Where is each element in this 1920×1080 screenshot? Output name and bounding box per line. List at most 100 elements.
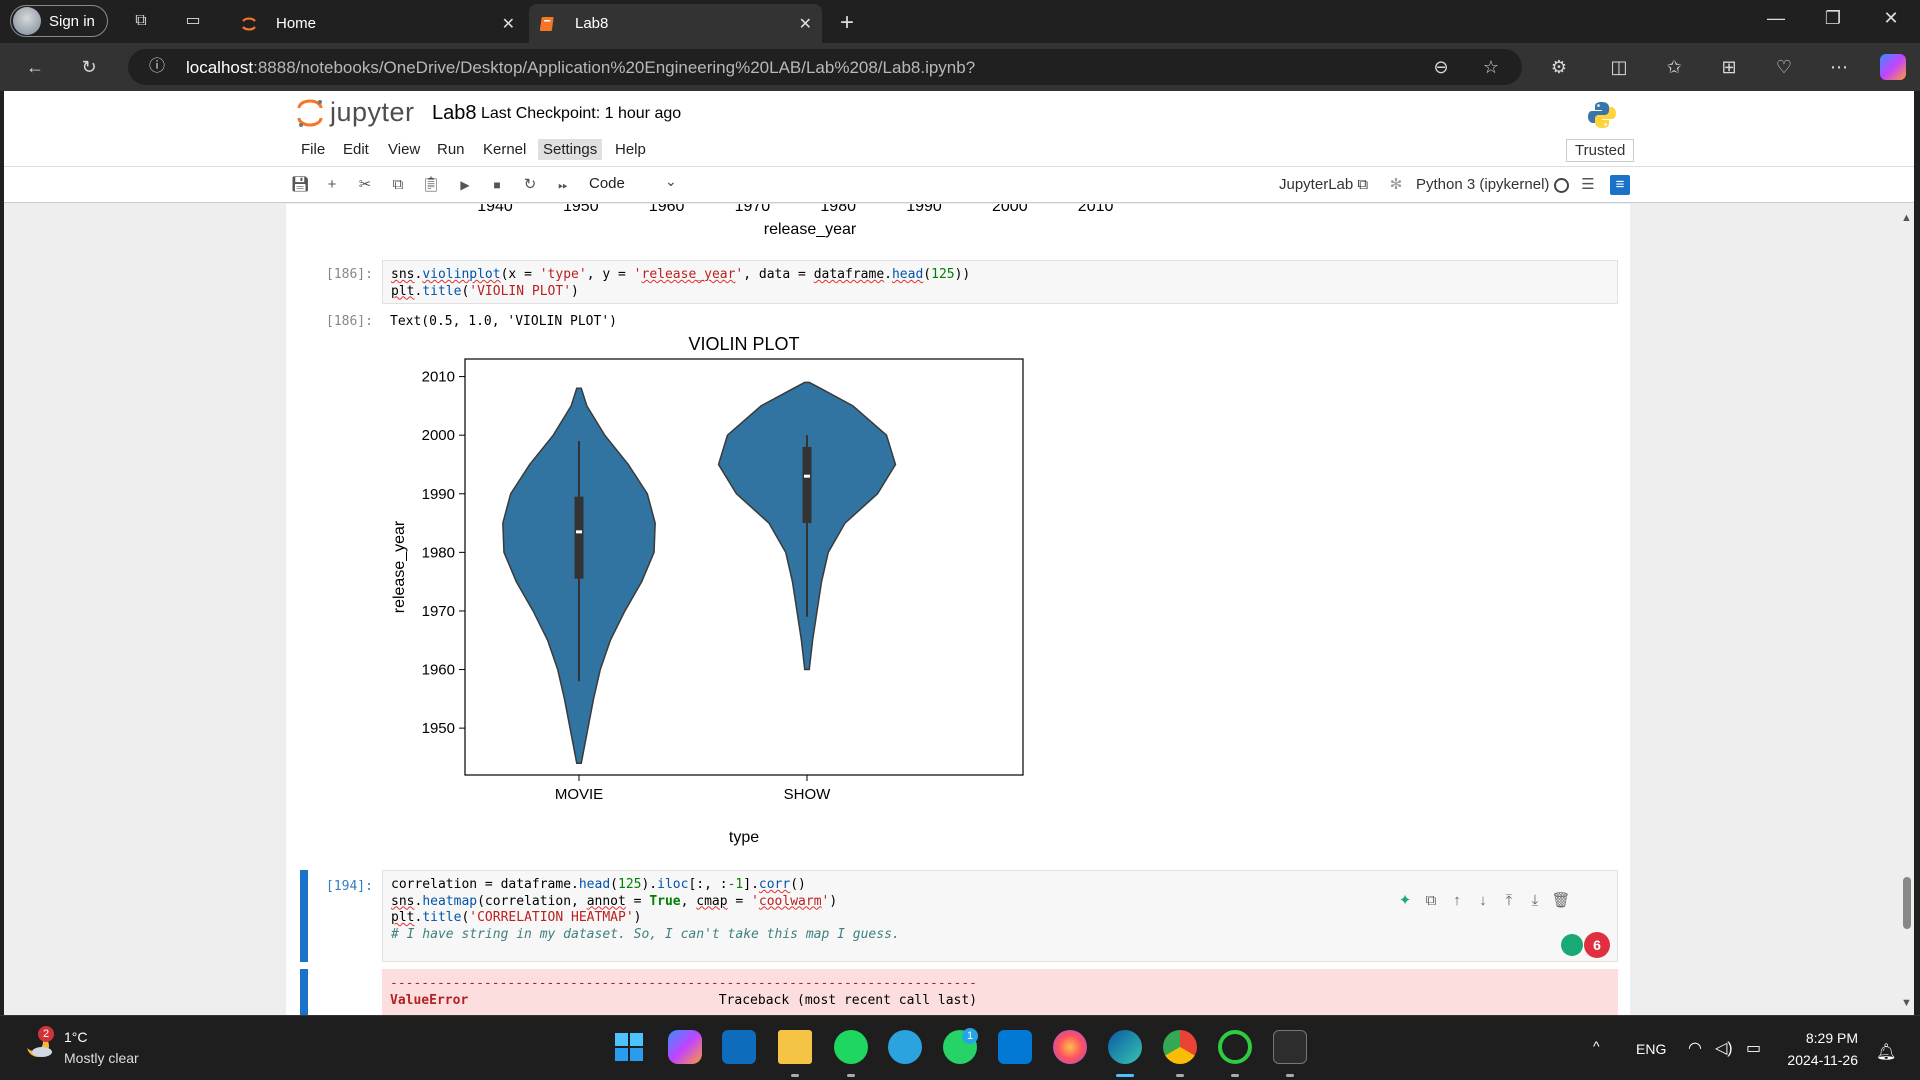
running-indicator	[791, 1074, 799, 1077]
insert-below-icon[interactable]: ⤓	[1524, 890, 1546, 912]
restart-kernel-icon[interactable]: ↻	[520, 175, 540, 195]
battery-icon[interactable]: ▭	[1746, 1038, 1761, 1058]
whatsapp-badge: 1	[962, 1028, 978, 1044]
favorites-icon[interactable]: ✩	[1661, 54, 1687, 80]
scroll-up-icon[interactable]: ▲	[1901, 212, 1912, 224]
cell-194-code[interactable]: correlation = dataframe.head(125).iloc[:…	[382, 870, 1618, 962]
favorite-star-icon[interactable]: ☆	[1478, 54, 1504, 80]
copy-icon[interactable]: ⧉	[388, 175, 408, 195]
stop-icon[interactable]: ■	[487, 175, 507, 195]
wifi-icon[interactable]: ◠	[1688, 1038, 1702, 1058]
restore-icon[interactable]: ❐	[1813, 8, 1853, 29]
trusted-indicator[interactable]: Trusted	[1566, 139, 1635, 162]
y-tick-label: 1960	[422, 662, 455, 679]
chrome-icon[interactable]	[1163, 1030, 1197, 1064]
scroll-down-icon[interactable]: ▼	[1901, 997, 1912, 1009]
close-tab-icon[interactable]: ✕	[799, 14, 812, 34]
tab-actions-icon[interactable]: ▭	[182, 10, 204, 32]
menu-lines-icon[interactable]: ☰	[1578, 175, 1598, 195]
save-icon[interactable]: 💾︎	[290, 175, 310, 195]
collections-icon[interactable]: ⊞	[1716, 54, 1742, 80]
spotify-icon[interactable]	[834, 1030, 868, 1064]
menu-view[interactable]: View	[383, 139, 425, 160]
y-tick-label: 1970	[422, 603, 455, 620]
cell-194-prompt: [194]:	[326, 879, 373, 894]
firefox-icon[interactable]	[1053, 1030, 1087, 1064]
refresh-icon[interactable]: ↻	[76, 54, 102, 80]
input-language[interactable]: ENG	[1636, 1041, 1666, 1057]
volume-icon[interactable]: ◁)	[1715, 1038, 1733, 1058]
notification-count-badge[interactable]: 6	[1584, 932, 1610, 958]
cell-186-output-prompt: [186]:	[326, 314, 373, 329]
last-checkpoint: Last Checkpoint: 1 hour ago	[481, 105, 682, 122]
jupyter-logo-icon	[297, 99, 323, 127]
assistant-icon[interactable]	[1561, 934, 1583, 956]
more-menu-icon[interactable]: ⋯	[1826, 54, 1852, 80]
url-field[interactable]: ⓘ localhost:8888/notebooks/OneDrive/Desk…	[128, 49, 1522, 85]
insert-above-icon[interactable]: ⤒	[1498, 890, 1520, 912]
back-icon[interactable]: ←	[22, 54, 48, 80]
jupyter-notebook-app: jupyter Lab8 Last Checkpoint: 1 hour ago…	[4, 91, 1914, 1015]
chevron-down-icon[interactable]: ⌄	[665, 173, 677, 190]
notification-bell-icon[interactable]: 🔔︎	[1876, 1042, 1896, 1062]
workspaces-icon[interactable]: ⧉	[130, 10, 152, 32]
table-of-contents-icon[interactable]: ≡	[1610, 175, 1630, 195]
close-tab-icon[interactable]: ✕	[502, 14, 515, 34]
browser-essentials-icon[interactable]: ♡	[1771, 54, 1797, 80]
y-tick-label: 1950	[422, 720, 455, 737]
new-tab-icon[interactable]: +	[840, 9, 854, 37]
notebook-toolbar: 💾︎ + ✂ ⧉ 📋︎ ▶ ■ ↻ ⏩︎ Code ⌄ JupyterLab ⧉…	[4, 167, 1914, 203]
move-up-icon[interactable]: ↑	[1446, 890, 1468, 912]
ai-assist-icon[interactable]: ✦	[1394, 890, 1416, 912]
notebook-panel[interactable]: 1940 1950 1960 1970 1980 1990 2000 2010 release…	[286, 204, 1630, 1015]
minimize-icon[interactable]: —	[1756, 8, 1796, 29]
jupyterlab-link[interactable]: JupyterLab ⧉	[1279, 176, 1368, 193]
menu-file[interactable]: File	[296, 139, 330, 160]
start-menu-icon[interactable]	[612, 1030, 646, 1064]
copilot-icon[interactable]	[1880, 54, 1906, 80]
notebook-title[interactable]: Lab8	[432, 102, 477, 125]
split-screen-icon[interactable]: ◫	[1606, 54, 1632, 80]
vscode-icon[interactable]	[998, 1030, 1032, 1064]
previous-output-xtick-label: 1980	[820, 204, 856, 215]
delete-cell-icon[interactable]: 🗑︎	[1550, 890, 1572, 912]
site-info-icon[interactable]: ⓘ	[144, 54, 170, 80]
restart-run-all-icon[interactable]: ⏩︎	[553, 175, 573, 195]
clock-time[interactable]: 8:29 PM	[1778, 1030, 1858, 1046]
tab-lab8[interactable]: Lab8 ✕	[529, 4, 822, 43]
tab-home[interactable]: Home ✕	[230, 4, 525, 43]
close-window-icon[interactable]: ✕	[1871, 8, 1911, 29]
file-explorer-icon[interactable]	[778, 1030, 812, 1064]
zoom-icon[interactable]: ⊖	[1428, 54, 1454, 80]
telegram-icon[interactable]	[888, 1030, 922, 1064]
outlook-icon[interactable]	[722, 1030, 756, 1064]
cut-icon[interactable]: ✂	[355, 175, 375, 195]
sign-in-button[interactable]: Sign in	[10, 5, 108, 37]
insert-cell-icon[interactable]: +	[322, 175, 342, 195]
tab-lab8-title: Lab8	[575, 15, 609, 32]
menu-help[interactable]: Help	[610, 139, 651, 160]
running-indicator	[1286, 1074, 1294, 1077]
debugger-icon[interactable]: ✻	[1386, 175, 1406, 195]
duplicate-cell-icon[interactable]: ⧉	[1420, 890, 1442, 912]
show-hidden-icons-icon[interactable]: ^	[1593, 1038, 1600, 1054]
clock-date[interactable]: 2024-11-26	[1778, 1052, 1858, 1068]
cell-186-code[interactable]: sns.violinplot(x = 'type', y = 'release_…	[382, 260, 1618, 304]
y-axis-label: release_year	[391, 520, 408, 613]
edge-icon[interactable]	[1108, 1030, 1142, 1064]
extensions-icon[interactable]: ⚙	[1546, 54, 1572, 80]
menu-edit[interactable]: Edit	[338, 139, 374, 160]
terminal-icon[interactable]	[1273, 1030, 1307, 1064]
cell-type-select[interactable]: Code	[589, 175, 625, 192]
menu-run[interactable]: Run	[432, 139, 470, 160]
scrollbar-thumb[interactable]	[1903, 877, 1911, 929]
anaconda-icon[interactable]	[1218, 1030, 1252, 1064]
paste-icon[interactable]: 📋︎	[421, 175, 441, 195]
run-icon[interactable]: ▶	[455, 175, 475, 195]
kernel-name[interactable]: Python 3 (ipykernel)	[1416, 176, 1549, 193]
jupyter-logo[interactable]: jupyter	[296, 97, 415, 128]
move-down-icon[interactable]: ↓	[1472, 890, 1494, 912]
menu-settings[interactable]: Settings	[538, 139, 603, 160]
copilot-taskbar-icon[interactable]	[668, 1030, 702, 1064]
menu-kernel[interactable]: Kernel	[478, 139, 531, 160]
